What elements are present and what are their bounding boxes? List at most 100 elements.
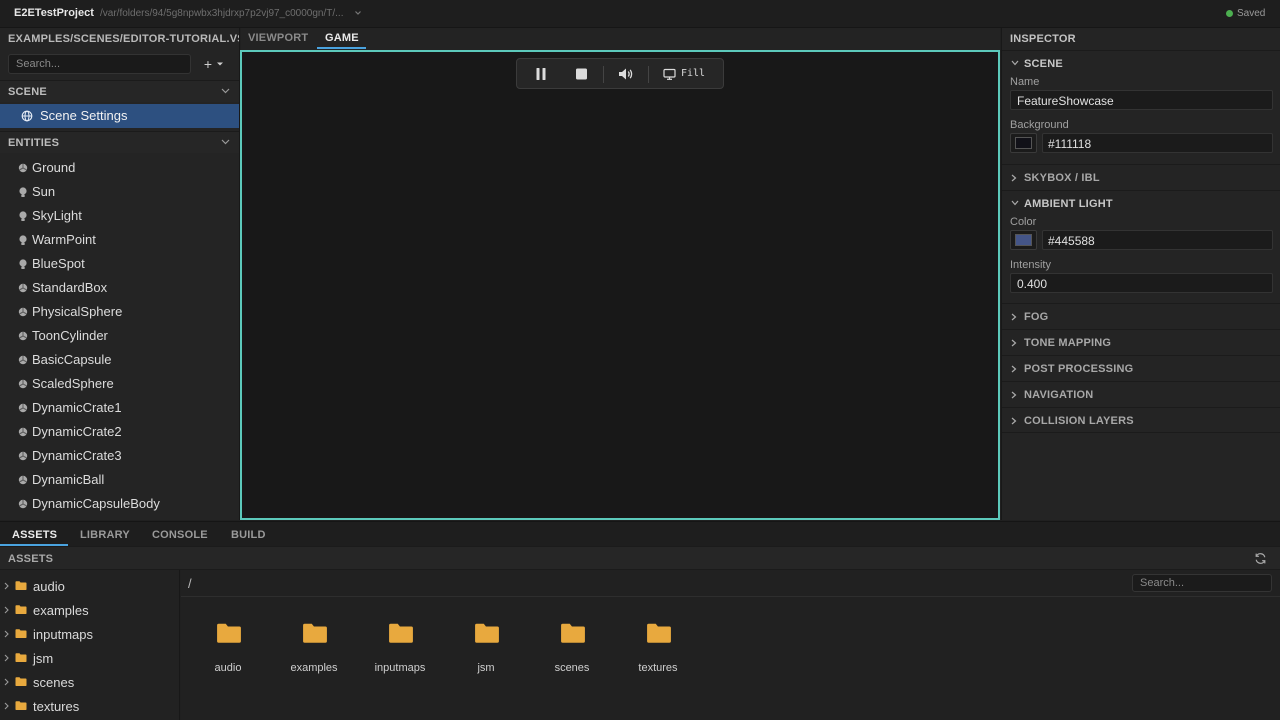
folder-tree-item[interactable]: textures <box>0 694 179 718</box>
entity-label: BasicCapsule <box>32 352 112 367</box>
intensity-label: Intensity <box>1010 259 1051 271</box>
entity-item[interactable]: DynamicCrate3 <box>0 444 239 468</box>
chevron-right-icon[interactable] <box>4 654 9 662</box>
volume-icon[interactable] <box>618 67 634 81</box>
chevron-right-icon[interactable] <box>4 702 9 710</box>
add-entity-button[interactable]: + <box>198 55 230 73</box>
asset-folder-tile[interactable]: audio <box>188 618 268 678</box>
folder-tree-label: inputmaps <box>33 627 93 642</box>
entity-item[interactable]: DynamicBall <box>0 468 239 492</box>
hierarchy-search-input[interactable] <box>8 54 191 74</box>
folder-tree-item[interactable]: jsm <box>0 646 179 670</box>
chevron-right-icon[interactable] <box>4 582 9 590</box>
folder-tree-label: audio <box>33 579 65 594</box>
entity-label: StandardBox <box>32 280 108 295</box>
entity-label: PhysicalSphere <box>32 304 123 319</box>
folder-icon <box>560 622 586 644</box>
navigation-section-toggle[interactable]: NAVIGATION <box>1002 381 1280 407</box>
asset-folder-tile[interactable]: textures <box>618 618 698 678</box>
stop-icon[interactable] <box>575 67 588 81</box>
skybox-section-toggle[interactable]: SKYBOX / IBL <box>1002 164 1280 190</box>
save-status: Saved <box>1237 8 1266 19</box>
entity-item[interactable]: DynamicCapsuleBody <box>0 492 239 516</box>
collision-layers-section-label: COLLISION LAYERS <box>1024 415 1134 427</box>
scene-settings-label: Scene Settings <box>40 108 128 123</box>
entity-item[interactable]: SkyLight <box>0 204 239 228</box>
chevron-down-icon[interactable] <box>354 10 362 16</box>
entity-item[interactable]: DynamicCrate2 <box>0 420 239 444</box>
tone-mapping-section-toggle[interactable]: TONE MAPPING <box>1002 329 1280 355</box>
chevron-right-icon <box>1011 313 1017 321</box>
intensity-field[interactable]: 0.400 <box>1010 273 1273 293</box>
entity-item[interactable]: Sun <box>0 180 239 204</box>
asset-folder-tile[interactable]: scenes <box>532 618 612 678</box>
entity-item[interactable]: BlueSpot <box>0 252 239 276</box>
scene-settings-item[interactable]: Scene Settings <box>0 104 239 128</box>
chevron-right-icon <box>1011 417 1017 425</box>
light-icon <box>18 235 28 246</box>
collision-layers-section-toggle[interactable]: COLLISION LAYERS <box>1002 407 1280 433</box>
entity-item[interactable]: BasicCapsule <box>0 348 239 372</box>
chevron-right-icon[interactable] <box>4 630 9 638</box>
entity-item[interactable]: StandardBox <box>0 276 239 300</box>
entity-item[interactable]: WarmPoint <box>0 228 239 252</box>
entity-item[interactable]: Ground <box>0 156 239 180</box>
scene-section-header[interactable]: SCENE <box>0 80 239 102</box>
tab-game[interactable]: GAME <box>325 32 359 44</box>
fog-section-toggle[interactable]: FOG <box>1002 303 1280 329</box>
ambient-color-swatch[interactable] <box>1010 230 1037 250</box>
asset-folder-label: textures <box>638 662 678 674</box>
entity-label: SkyLight <box>32 208 82 223</box>
chevron-down-icon <box>1011 60 1019 66</box>
entity-label: DynamicCapsuleBody <box>32 496 160 511</box>
folder-icon <box>302 622 328 644</box>
chevron-right-icon[interactable] <box>4 606 9 614</box>
project-path[interactable]: /var/folders/94/5g8npwbx3hjdrxp7p2vj97_c… <box>100 8 344 19</box>
post-processing-section-toggle[interactable]: POST PROCESSING <box>1002 355 1280 381</box>
ambient-color-field[interactable]: #445588 <box>1042 230 1273 250</box>
asset-search-input[interactable] <box>1132 574 1272 592</box>
folder-tree-item[interactable]: inputmaps <box>0 622 179 646</box>
asset-folder-tile[interactable]: examples <box>274 618 354 678</box>
chevron-right-icon[interactable] <box>4 678 9 686</box>
asset-folder-tree: audio examples inputmaps jsm scenes textures <box>0 570 180 720</box>
assets-header-label: ASSETS <box>8 553 54 565</box>
mesh-icon <box>18 331 28 341</box>
tab-library[interactable]: LIBRARY <box>80 529 130 541</box>
tab-assets[interactable]: ASSETS <box>12 529 57 541</box>
ambient-light-section-toggle[interactable]: AMBIENT LIGHT <box>1002 190 1280 216</box>
folder-icon <box>15 700 27 711</box>
entities-section-header[interactable]: ENTITIES <box>0 131 239 153</box>
folder-tree-item[interactable]: examples <box>0 598 179 622</box>
monitor-icon[interactable] <box>663 67 676 81</box>
tab-build[interactable]: BUILD <box>231 529 266 541</box>
tab-viewport[interactable]: VIEWPORT <box>248 32 308 44</box>
entity-item[interactable]: ScaledSphere <box>0 372 239 396</box>
entity-item[interactable]: ToonCylinder <box>0 324 239 348</box>
asset-folder-tile[interactable]: inputmaps <box>360 618 440 678</box>
background-color-row: #111118 <box>1010 133 1273 153</box>
folder-icon <box>15 628 27 639</box>
game-viewport[interactable] <box>240 50 1000 520</box>
project-name: E2ETestProject <box>14 7 94 19</box>
refresh-icon[interactable] <box>1254 552 1267 565</box>
entity-item[interactable]: PhysicalSphere <box>0 300 239 324</box>
mesh-icon <box>18 163 28 173</box>
entity-item[interactable]: DynamicCrate1 <box>0 396 239 420</box>
mesh-icon <box>18 307 28 317</box>
folder-tree-item[interactable]: audio <box>0 574 179 598</box>
background-color-field[interactable]: #111118 <box>1042 133 1273 153</box>
name-field[interactable]: FeatureShowcase <box>1010 90 1273 110</box>
folder-tree-item[interactable]: scenes <box>0 670 179 694</box>
fill-mode-button[interactable]: Fill <box>681 68 705 79</box>
background-color-swatch[interactable] <box>1010 133 1037 153</box>
asset-folder-tile[interactable]: jsm <box>446 618 526 678</box>
game-toolbar: Fill <box>516 58 724 89</box>
entity-label: WarmPoint <box>32 232 96 247</box>
ambient-light-section-label: AMBIENT LIGHT <box>1024 198 1113 210</box>
tab-console[interactable]: CONSOLE <box>152 529 208 541</box>
title-bar: E2ETestProject /var/folders/94/5g8npwbx3… <box>0 0 1280 28</box>
asset-folder-label: examples <box>290 662 338 674</box>
scene-section-toggle[interactable]: SCENE <box>1002 50 1280 76</box>
pause-icon[interactable] <box>535 67 547 81</box>
